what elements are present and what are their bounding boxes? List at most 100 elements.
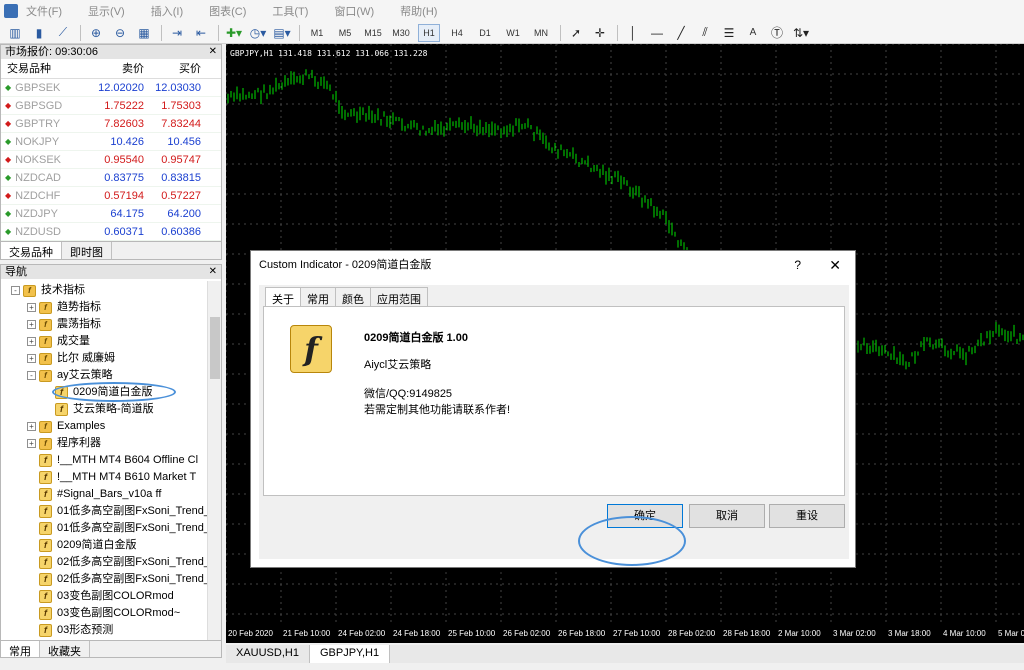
tile-windows-icon[interactable]: ▦ [135, 24, 153, 42]
menu-help[interactable]: 帮助(H) [400, 3, 437, 19]
reset-button[interactable]: 重设 [769, 504, 845, 528]
tree-item[interactable]: + f 震荡指标 [27, 316, 101, 333]
chart-shift-icon[interactable]: ⇤ [192, 24, 210, 42]
menu-charts[interactable]: 图表(C) [209, 3, 246, 19]
tree-item[interactable]: + f 成交量 [27, 333, 90, 350]
tree-item[interactable]: f #Signal_Bars_v10a ff [27, 486, 161, 503]
menu-window[interactable]: 窗口(W) [334, 3, 374, 19]
zoom-out-icon[interactable]: ⊖ [111, 24, 129, 42]
candlestick-icon[interactable]: ▮ [30, 24, 48, 42]
collapse-icon[interactable]: - [27, 371, 36, 380]
text-tool-icon[interactable]: A [744, 24, 762, 42]
period-m5[interactable]: M5 [334, 24, 356, 42]
cancel-button[interactable]: 取消 [689, 504, 765, 528]
market-watch-row[interactable]: ◆ GBPTRY 7.82603 7.83244 [1, 115, 221, 133]
menu-view[interactable]: 显示(V) [88, 3, 125, 19]
expand-icon[interactable]: + [27, 422, 36, 431]
period-mn[interactable]: MN [530, 24, 552, 42]
tab-favorites[interactable]: 收藏夹 [40, 641, 90, 658]
vertical-line-icon[interactable]: │ [624, 24, 642, 42]
auto-scroll-icon[interactable]: ⇥ [168, 24, 186, 42]
tree-item[interactable]: f 02低多高空副图FxSoni_Trend_ [27, 571, 210, 588]
expand-icon[interactable]: + [27, 337, 36, 346]
col-ask[interactable]: 买价 [147, 59, 205, 78]
folder-icon: f [39, 437, 52, 450]
tree-item[interactable]: f 02低多高空副图FxSoni_Trend_ [27, 554, 210, 571]
fibonacci-icon[interactable]: ☰ [720, 24, 738, 42]
tree-item[interactable]: f 03变色副图COLORmod [27, 588, 174, 605]
tree-item[interactable]: f !__MTH MT4 B604 Offline Cl [27, 452, 198, 469]
market-watch-row[interactable]: ◆ NOKJPY 10.426 10.456 [1, 133, 221, 151]
period-h4[interactable]: H4 [446, 24, 468, 42]
bar-chart-icon[interactable]: ▥ [6, 24, 24, 42]
channel-icon[interactable]: ⫽ [696, 24, 714, 42]
menu-insert[interactable]: 插入(I) [151, 3, 183, 19]
expand-icon[interactable]: + [27, 354, 36, 363]
trendline-icon[interactable]: ╱ [672, 24, 690, 42]
tab-common[interactable]: 常用 [300, 287, 336, 307]
close-icon[interactable]: ✕ [829, 251, 841, 279]
market-watch-row[interactable]: ◆ NOKSEK 0.95540 0.95747 [1, 151, 221, 169]
periods-clock-icon[interactable]: ◷▾ [249, 24, 267, 42]
market-watch-row[interactable]: ◆ GBPSEK 12.02020 12.03030 [1, 79, 221, 97]
arrows-icon[interactable]: ⇅▾ [792, 24, 810, 42]
chart-tab-xauusd[interactable]: XAUUSD,H1 [226, 645, 310, 663]
horizontal-line-icon[interactable]: — [648, 24, 666, 42]
expand-icon[interactable]: + [27, 303, 36, 312]
chart-title: GBPJPY,H1 131.418 131.612 131.066 131.22… [230, 49, 428, 58]
period-m30[interactable]: M30 [390, 24, 412, 42]
period-m15[interactable]: M15 [362, 24, 384, 42]
collapse-icon[interactable]: - [11, 286, 20, 295]
market-watch-row[interactable]: ◆ NZDCHF 0.57194 0.57227 [1, 187, 221, 205]
help-icon[interactable]: ? [794, 251, 801, 279]
tree-item[interactable]: + f 程序利器 [27, 435, 101, 452]
tab-common[interactable]: 常用 [1, 641, 40, 658]
template-icon[interactable]: ▤▾ [273, 24, 291, 42]
indicator-icon: f [39, 590, 52, 603]
tree-item[interactable]: + f Examples [27, 418, 105, 435]
menu-tools[interactable]: 工具(T) [272, 3, 308, 19]
market-watch-row[interactable]: ◆ NZDCAD 0.83775 0.83815 [1, 169, 221, 187]
close-icon[interactable]: ✕ [209, 45, 217, 59]
tree-item[interactable]: + f 比尔 威廉姆 [27, 350, 115, 367]
text-label-icon[interactable]: Ⓣ [768, 24, 786, 42]
market-watch-row[interactable]: ◆ NZDUSD 0.60371 0.60386 [1, 223, 221, 241]
tree-item[interactable]: f 03变色副图COLORmod~ [27, 605, 180, 622]
tab-tick-chart[interactable]: 即时图 [62, 242, 112, 259]
tab-about[interactable]: 关于 [265, 287, 301, 307]
add-indicator-icon[interactable]: ✚▾ [225, 24, 243, 42]
market-watch-row[interactable]: ◆ NZDJPY 64.175 64.200 [1, 205, 221, 223]
tree-item-label: Examples [57, 420, 106, 432]
expand-icon[interactable]: + [27, 320, 36, 329]
tab-visualization[interactable]: 应用范围 [370, 287, 428, 307]
period-d1[interactable]: D1 [474, 24, 496, 42]
col-bid[interactable]: 卖价 [89, 59, 147, 78]
tree-item[interactable]: f 0209简道白金版 [27, 537, 136, 554]
market-watch-row[interactable]: ◆ GBPSGD 1.75222 1.75303 [1, 97, 221, 115]
tree-item[interactable]: f 01低多高空副图FxSoni_Trend_ [27, 520, 210, 537]
crosshair-icon[interactable]: ✛ [591, 24, 609, 42]
tree-item[interactable]: + f 趋势指标 [27, 299, 101, 316]
tree-item[interactable]: f !__MTH MT4 B610 Market T [27, 469, 196, 486]
close-icon[interactable]: ✕ [209, 265, 217, 279]
tree-item[interactable]: - f 技术指标 [11, 282, 85, 299]
time-label: 20 Feb 2020 [228, 629, 273, 638]
tab-symbols[interactable]: 交易品种 [1, 242, 62, 259]
tab-colors[interactable]: 颜色 [335, 287, 371, 307]
menu-file[interactable]: 文件(F) [26, 3, 62, 19]
expand-icon[interactable]: + [27, 439, 36, 448]
tree-item[interactable]: f 艾云策略-简道版 [43, 401, 154, 418]
period-w1[interactable]: W1 [502, 24, 524, 42]
folder-icon: f [39, 352, 52, 365]
col-symbol[interactable]: 交易品种 [1, 59, 89, 78]
tree-item[interactable]: f 03形态预测 [27, 622, 113, 639]
tree-item[interactable]: f 01低多高空副图FxSoni_Trend_ [27, 503, 210, 520]
chart-tab-gbpjpy[interactable]: GBPJPY,H1 [309, 645, 391, 663]
zoom-in-icon[interactable]: ⊕ [87, 24, 105, 42]
navigator-scrollbar[interactable] [207, 281, 221, 641]
period-m1[interactable]: M1 [306, 24, 328, 42]
period-h1[interactable]: H1 [418, 23, 440, 42]
scroll-thumb[interactable] [210, 317, 220, 379]
line-chart-icon[interactable]: ⟋ [54, 24, 72, 42]
cursor-icon[interactable]: ➚ [567, 24, 585, 42]
